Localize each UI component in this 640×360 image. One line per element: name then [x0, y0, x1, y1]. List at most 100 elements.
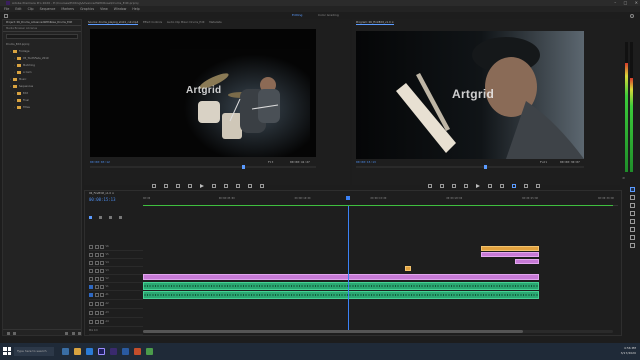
program-video-frame[interactable]: Artgrid — [356, 31, 584, 159]
menu-clip[interactable]: Clip — [28, 7, 34, 11]
prog-mark-out-button[interactable] — [439, 183, 444, 188]
tab-source[interactable]: Source: drums_playing_shot1_cut.mp4 — [88, 21, 139, 25]
go-to-in-button[interactable] — [175, 183, 180, 188]
eye-icon[interactable] — [100, 268, 104, 273]
step-back-button[interactable] — [187, 183, 192, 188]
mute-toggle[interactable] — [94, 301, 99, 306]
scrollbar-thumb[interactable] — [143, 330, 523, 333]
source-patch-toggle[interactable] — [89, 301, 93, 306]
extract-button[interactable] — [524, 183, 529, 188]
wrench-icon[interactable] — [119, 216, 123, 219]
lock-toggle[interactable] — [94, 244, 99, 249]
after-effects-icon[interactable] — [110, 348, 117, 355]
audio-clip-a2[interactable] — [143, 291, 539, 299]
ripple-edit-tool-icon[interactable] — [629, 203, 635, 208]
overwrite-button[interactable] — [248, 183, 253, 188]
taskbar-search-input[interactable]: Type here to search — [14, 347, 54, 356]
windows-start-icon[interactable] — [3, 347, 11, 355]
menu-window[interactable]: Window — [114, 7, 127, 11]
new-item-icon[interactable] — [72, 331, 75, 335]
project-bin-item[interactable]: › 05_ToothFade_2019 — [3, 55, 81, 62]
source-patch-toggle[interactable] — [89, 310, 93, 315]
source-patch-toggle[interactable] — [89, 276, 93, 281]
project-bin-item[interactable]: › A Cam — [3, 69, 81, 76]
project-search-input[interactable] — [6, 34, 78, 39]
project-bin-item[interactable]: › Edit — [3, 90, 81, 97]
project-sub-tabs[interactable]: Media Browser Libraries — [3, 26, 81, 32]
source-video-frame[interactable]: Artgrid — [90, 29, 316, 157]
track-select-tool-icon[interactable] — [629, 195, 635, 200]
source-fit-select[interactable]: Fit — [268, 160, 273, 164]
icon-view-icon[interactable] — [13, 331, 16, 335]
prog-play-button[interactable] — [475, 183, 480, 188]
playhead-handle[interactable] — [346, 196, 351, 200]
mute-toggle[interactable] — [94, 292, 99, 297]
source-patch-toggle[interactable] — [89, 268, 93, 273]
track-header-a3[interactable]: A3 — [89, 309, 143, 318]
app-icon-green[interactable] — [146, 348, 153, 355]
video-clip-v1[interactable] — [143, 274, 539, 280]
lift-button[interactable] — [512, 183, 517, 188]
play-button[interactable] — [199, 183, 204, 188]
video-clip-v2-orange[interactable] — [405, 266, 411, 271]
premiere-taskbar-icon[interactable] — [98, 348, 105, 355]
mark-in-button[interactable] — [151, 183, 156, 188]
lock-toggle[interactable] — [94, 276, 99, 281]
prog-mark-in-button[interactable] — [427, 183, 432, 188]
eye-icon[interactable] — [100, 260, 104, 265]
snap-icon[interactable] — [89, 216, 92, 219]
timeline-scrollbar[interactable] — [143, 330, 613, 333]
program-timecode[interactable]: 00:00:15:13 — [356, 160, 376, 164]
prog-export-frame-button[interactable] — [536, 183, 541, 188]
lock-toggle[interactable] — [94, 268, 99, 273]
menu-markers[interactable]: Markers — [61, 7, 74, 11]
step-forward-button[interactable] — [211, 183, 216, 188]
program-scrubber[interactable] — [356, 164, 584, 169]
track-area[interactable] — [143, 196, 618, 331]
tab-metadata[interactable]: Metadata — [209, 21, 221, 24]
mute-toggle[interactable] — [94, 310, 99, 315]
project-bin-item[interactable]: › Footage — [3, 48, 81, 55]
project-bin-item[interactable]: › Sequences — [3, 83, 81, 90]
program-playhead[interactable] — [484, 164, 487, 169]
add-marker-icon[interactable] — [109, 216, 113, 219]
solo-toggle[interactable] — [100, 292, 104, 297]
mute-toggle[interactable] — [94, 319, 99, 324]
audio-clip-a1[interactable] — [143, 282, 539, 290]
export-frame-button[interactable] — [260, 183, 265, 188]
track-header-v4[interactable]: V4 — [89, 259, 143, 267]
track-header-a1[interactable]: A1 — [89, 291, 143, 300]
edge-icon[interactable] — [86, 348, 93, 355]
program-fit-select[interactable]: Full — [540, 160, 547, 164]
timeline-playhead[interactable] — [346, 196, 351, 331]
mix-track-header[interactable]: Mix 0.0 — [89, 327, 143, 335]
solo-toggle[interactable] — [100, 301, 104, 306]
eye-icon[interactable] — [100, 252, 104, 257]
workspace-color[interactable]: Color Grading — [318, 12, 339, 19]
source-scrubber[interactable] — [90, 164, 316, 169]
project-bin-item[interactable]: › Matching — [3, 62, 81, 69]
video-clip-v3[interactable] — [515, 259, 539, 264]
menu-file[interactable]: File — [4, 7, 9, 11]
prog-step-back-button[interactable] — [463, 183, 468, 188]
system-tray[interactable]: 4:56 PM 3/17/2020 — [621, 346, 636, 356]
pen-tool-icon[interactable] — [629, 227, 635, 232]
project-root[interactable]: Drums_Edit.prproj — [3, 41, 81, 48]
insert-button[interactable] — [236, 183, 241, 188]
project-bin-item[interactable]: › Music — [3, 76, 81, 83]
selection-tool-icon[interactable] — [629, 187, 635, 192]
lock-toggle[interactable] — [94, 260, 99, 265]
razor-tool-icon[interactable] — [629, 211, 635, 216]
type-tool-icon[interactable] — [629, 243, 635, 248]
solo-toggle[interactable] — [100, 310, 104, 315]
source-playhead[interactable] — [242, 164, 245, 169]
tab-effect-controls[interactable]: Effect Controls — [143, 21, 162, 24]
project-bin-item[interactable]: › Titles — [3, 104, 81, 111]
source-patch-toggle[interactable] — [89, 284, 93, 289]
menu-help[interactable]: Help — [132, 7, 139, 11]
minimize-button[interactable]: – — [614, 0, 616, 5]
lock-toggle[interactable] — [94, 284, 99, 289]
menu-view[interactable]: View — [100, 7, 108, 11]
go-to-out-button[interactable] — [224, 183, 229, 188]
new-bin-icon[interactable] — [65, 331, 68, 335]
